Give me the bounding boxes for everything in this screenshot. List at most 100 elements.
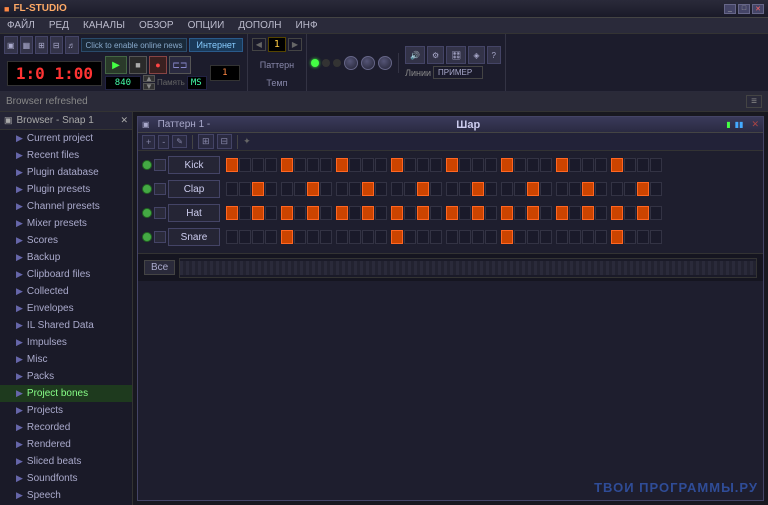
beat-btn-0-11[interactable] [375,158,387,172]
sidebar-item-recorded[interactable]: ▶Recorded [0,419,132,436]
beat-btn-1-21[interactable] [514,182,526,196]
knob-3[interactable] [378,56,392,70]
beat-btn-0-15[interactable] [430,158,442,172]
fx-btn-2[interactable]: ⚙ [427,46,444,64]
sidebar-item-rendered[interactable]: ▶Rendered [0,436,132,453]
beat-btn-3-16[interactable] [446,230,458,244]
beat-btn-3-15[interactable] [430,230,442,244]
knob-1[interactable] [344,56,358,70]
beat-btn-3-27[interactable] [595,230,607,244]
toolbar-btn-1[interactable]: ▣ [4,36,18,54]
channel-mute-0[interactable] [154,159,166,171]
beat-btn-3-25[interactable] [569,230,581,244]
beat-btn-1-15[interactable] [430,182,442,196]
bpm-down[interactable]: ▼ [143,83,155,90]
sidebar-item-project-bones[interactable]: ▶Project bones [0,385,132,402]
beat-btn-0-25[interactable] [569,158,581,172]
beat-btn-1-28[interactable] [611,182,623,196]
menu-view[interactable]: ОБЗОР [136,20,177,31]
channel-mute-3[interactable] [154,231,166,243]
sidebar-item-speech[interactable]: ▶Speech [0,487,132,504]
beat-btn-0-5[interactable] [294,158,306,172]
knob-2[interactable] [361,56,375,70]
beat-btn-1-13[interactable] [404,182,416,196]
beat-btn-3-29[interactable] [624,230,636,244]
beat-btn-3-23[interactable] [540,230,552,244]
beat-btn-2-13[interactable] [404,206,416,220]
beat-btn-0-18[interactable] [472,158,484,172]
beat-btn-0-20[interactable] [501,158,513,172]
channel-mute-1[interactable] [154,183,166,195]
sidebar-item-misc[interactable]: ▶Misc [0,351,132,368]
seq-paste-btn[interactable]: ⊟ [217,134,233,149]
beat-btn-1-2[interactable] [252,182,264,196]
toolbar-btn-5[interactable]: ♬ [65,36,79,54]
menu-channels[interactable]: КАНАЛЫ [80,20,128,31]
beat-btn-1-23[interactable] [540,182,552,196]
beat-btn-0-2[interactable] [252,158,264,172]
beat-btn-1-16[interactable] [446,182,458,196]
beat-btn-3-2[interactable] [252,230,264,244]
seq-close-icon[interactable]: ✕ [751,119,759,130]
sidebar-item-current-project[interactable]: ▶Current project [0,130,132,147]
beat-btn-0-6[interactable] [307,158,319,172]
beat-btn-0-28[interactable] [611,158,623,172]
beat-btn-0-0[interactable] [226,158,238,172]
beat-btn-3-7[interactable] [320,230,332,244]
beat-btn-0-30[interactable] [637,158,649,172]
beat-btn-3-11[interactable] [375,230,387,244]
channel-name-2[interactable]: Hat [168,204,220,222]
beat-btn-3-8[interactable] [336,230,348,244]
beat-btn-2-23[interactable] [540,206,552,220]
beat-btn-3-6[interactable] [307,230,319,244]
beat-btn-1-29[interactable] [624,182,636,196]
sidebar-item-mixer-presets[interactable]: ▶Mixer presets [0,215,132,232]
stop-button[interactable]: ■ [129,56,147,74]
bpm-up[interactable]: ▲ [143,75,155,82]
beat-btn-2-6[interactable] [307,206,319,220]
sidebar-item-plugin-database[interactable]: ▶Plugin database [0,164,132,181]
pattern-next[interactable]: ▶ [288,38,302,51]
beat-btn-2-27[interactable] [595,206,607,220]
beat-btn-0-23[interactable] [540,158,552,172]
beat-btn-1-0[interactable] [226,182,238,196]
beat-btn-1-10[interactable] [362,182,374,196]
fx-btn-4[interactable]: ◈ [468,46,484,64]
pattern-prev[interactable]: ◀ [252,38,266,51]
beat-btn-2-21[interactable] [514,206,526,220]
beat-btn-0-14[interactable] [417,158,429,172]
beat-btn-3-24[interactable] [556,230,568,244]
beat-btn-2-3[interactable] [265,206,277,220]
beat-btn-2-10[interactable] [362,206,374,220]
toolbar-btn-2[interactable]: ▦ [20,36,34,54]
fx-btn-3[interactable]: 🎛 [446,46,466,64]
beat-btn-0-12[interactable] [391,158,403,172]
sidebar-item-impulses[interactable]: ▶Impulses [0,334,132,351]
maximize-button[interactable]: □ [738,4,750,14]
beat-btn-0-16[interactable] [446,158,458,172]
beat-btn-1-7[interactable] [320,182,332,196]
beat-btn-2-31[interactable] [650,206,662,220]
beat-btn-0-3[interactable] [265,158,277,172]
beat-btn-1-30[interactable] [637,182,649,196]
beat-btn-2-16[interactable] [446,206,458,220]
beat-btn-2-11[interactable] [375,206,387,220]
beat-btn-3-18[interactable] [472,230,484,244]
beat-btn-3-1[interactable] [239,230,251,244]
menu-options[interactable]: ОПЦИИ [185,20,228,31]
beat-btn-2-28[interactable] [611,206,623,220]
beat-btn-0-8[interactable] [336,158,348,172]
seq-edit-btn[interactable]: ✎ [172,135,187,148]
beat-btn-3-30[interactable] [637,230,649,244]
beat-btn-1-24[interactable] [556,182,568,196]
beat-btn-2-26[interactable] [582,206,594,220]
beat-btn-3-0[interactable] [226,230,238,244]
beat-btn-0-7[interactable] [320,158,332,172]
sidebar-item-backup[interactable]: ▶Backup [0,249,132,266]
toolbar-btn-3[interactable]: ⊞ [35,36,48,54]
internet-label[interactable]: Интернет [189,38,242,52]
beat-btn-1-5[interactable] [294,182,306,196]
beat-btn-0-31[interactable] [650,158,662,172]
seq-add-btn[interactable]: + [142,135,155,149]
beat-btn-3-14[interactable] [417,230,429,244]
